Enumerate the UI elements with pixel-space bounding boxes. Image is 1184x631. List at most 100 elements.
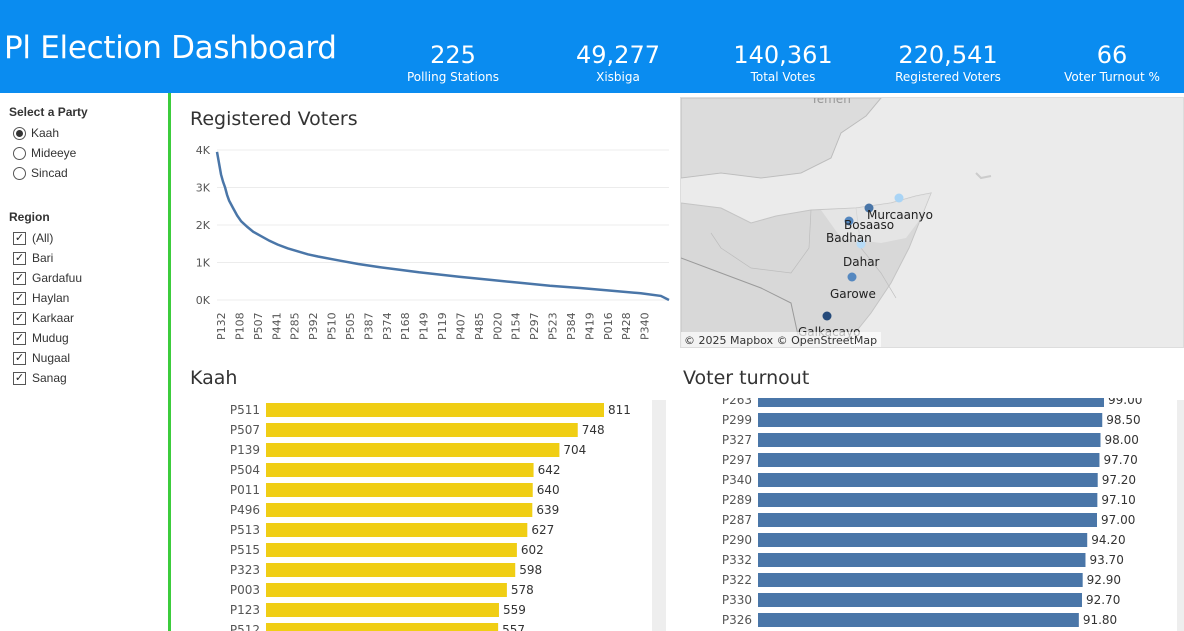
region-option-all[interactable]: ✓ (All) — [13, 230, 53, 246]
x-tick-label: P340 — [639, 312, 652, 340]
bar — [266, 403, 604, 417]
bar — [758, 613, 1079, 627]
region-option-haylan[interactable]: ✓ Haylan — [13, 290, 69, 306]
map-marker[interactable] — [822, 311, 832, 321]
bar — [758, 493, 1098, 507]
kpi-value: 66 — [1096, 41, 1128, 69]
region-option-sanag[interactable]: ✓ Sanag — [13, 370, 67, 386]
map-canvas: Murcaanyo Bosaaso Badhan Dahar Garowe Ga… — [681, 98, 992, 347]
yemen-landmass — [681, 98, 882, 179]
checkbox-checked-icon[interactable]: ✓ — [13, 271, 26, 285]
value-label: 748 — [582, 423, 605, 437]
value-label: 97.10 — [1101, 493, 1135, 507]
bar — [266, 463, 534, 477]
region-option-label: Bari — [32, 251, 54, 265]
radio-icon[interactable] — [13, 146, 26, 160]
kpi-voter-turnout: 66 Voter Turnout % — [1027, 40, 1184, 84]
region-option-label: Haylan — [32, 291, 70, 305]
y-tick-label: 2K — [196, 219, 211, 232]
bar — [266, 503, 533, 517]
party-option-mideeye[interactable]: Mideeye — [13, 145, 76, 161]
x-tick-label: P387 — [362, 312, 375, 340]
region-option-label: (All) — [32, 231, 54, 245]
checkbox-checked-icon[interactable]: ✓ — [13, 251, 26, 265]
value-label: 811 — [608, 403, 631, 417]
region-option-label: Sanag — [32, 371, 67, 385]
x-tick-label: P297 — [528, 312, 541, 340]
value-label: 92.90 — [1087, 573, 1121, 587]
map-marker[interactable] — [847, 272, 857, 282]
value-label: 627 — [531, 523, 554, 537]
kaah-votes-chart[interactable]: P511 811 P507 748 P139 704 P504 642 P011 640 P496 6… — [190, 398, 652, 631]
kpi-polling-stations: 225 Polling Stations — [368, 40, 538, 84]
x-tick-label: P441 — [270, 312, 283, 340]
category-label: P297 — [722, 453, 752, 467]
party-filter-title: Select a Party — [9, 105, 88, 119]
checkbox-checked-icon[interactable]: ✓ — [13, 371, 26, 385]
region-option-nugaal[interactable]: ✓ Nugaal — [13, 350, 70, 366]
value-label: 559 — [503, 603, 526, 617]
y-tick-label: 3K — [196, 182, 211, 195]
region-map[interactable]: Murcaanyo Bosaaso Badhan Dahar Garowe Ga… — [680, 97, 1184, 348]
category-label: P507 — [230, 423, 260, 437]
bar — [758, 533, 1088, 547]
registered-voters-chart[interactable]: 4K 3K 2K 1K 0K P132 P108 P507 P441 P285 P392 P510 P5… — [175, 135, 675, 345]
checkbox-checked-icon[interactable]: ✓ — [13, 331, 26, 345]
bar — [758, 398, 1104, 407]
radio-icon[interactable] — [13, 166, 26, 180]
checkbox-checked-icon[interactable]: ✓ — [13, 231, 26, 245]
region-option-gardafuu[interactable]: ✓ Gardafuu — [13, 270, 82, 286]
turnout-chart-title: Voter turnout — [683, 367, 810, 389]
dashboard-title: Pl Election Dashboard — [4, 30, 337, 66]
x-tick-label: P384 — [565, 312, 578, 340]
category-label: P323 — [230, 563, 260, 577]
y-tick-label: 4K — [196, 144, 211, 157]
checkbox-checked-icon[interactable]: ✓ — [13, 291, 26, 305]
category-label: P299 — [722, 413, 752, 427]
kaah-chart-scrollbar[interactable] — [652, 400, 666, 631]
x-tick-label: P154 — [510, 312, 523, 340]
category-label: P123 — [230, 603, 260, 617]
value-label: 598 — [519, 563, 542, 577]
category-label: P287 — [722, 513, 752, 527]
category-label: P504 — [230, 463, 260, 477]
party-option-kaah[interactable]: Kaah — [13, 125, 59, 141]
bar — [266, 583, 507, 597]
x-tick-label: P392 — [307, 312, 320, 340]
value-label: 642 — [538, 463, 561, 477]
x-tick-label: P507 — [252, 312, 265, 340]
bar — [758, 473, 1098, 487]
region-option-label: Gardafuu — [32, 271, 83, 285]
x-tick-label: P523 — [547, 312, 560, 340]
map-marker[interactable] — [894, 193, 904, 203]
turnout-chart-scrollbar[interactable] — [1177, 400, 1184, 631]
category-label: P512 — [230, 623, 260, 631]
kaah-chart-title: Kaah — [190, 367, 238, 389]
value-label: 97.00 — [1101, 513, 1135, 527]
category-label: P326 — [722, 613, 752, 627]
radio-selected-icon[interactable] — [13, 126, 26, 140]
voter-turnout-chart[interactable]: P263 99.00 P299 98.50 P327 98.00 P297 97.70 P340… — [668, 398, 1173, 631]
bar — [266, 603, 499, 617]
region-option-mudug[interactable]: ✓ Mudug — [13, 330, 69, 346]
category-label: P289 — [722, 493, 752, 507]
bar — [758, 413, 1103, 427]
region-option-karkaar[interactable]: ✓ Karkaar — [13, 310, 74, 326]
party-option-sincad[interactable]: Sincad — [13, 165, 68, 181]
kpi-xisbiga: 49,277 Xisbiga — [533, 40, 703, 84]
region-option-bari[interactable]: ✓ Bari — [13, 250, 53, 266]
value-label: 97.70 — [1103, 453, 1137, 467]
category-label: P330 — [722, 593, 752, 607]
category-label: P322 — [722, 573, 752, 587]
region-filter-title: Region — [9, 210, 50, 224]
checkbox-checked-icon[interactable]: ✓ — [13, 351, 26, 365]
map-label-garowe: Garowe — [830, 287, 876, 301]
kpi-value: 140,361 — [733, 41, 833, 69]
bar — [266, 563, 516, 577]
kpi-value: 225 — [430, 41, 476, 69]
region-option-label: Nugaal — [32, 351, 71, 365]
checkbox-checked-icon[interactable]: ✓ — [13, 311, 26, 325]
value-label: 98.50 — [1106, 413, 1140, 427]
registered-voters-line — [215, 151, 670, 302]
value-label: 93.70 — [1089, 553, 1123, 567]
